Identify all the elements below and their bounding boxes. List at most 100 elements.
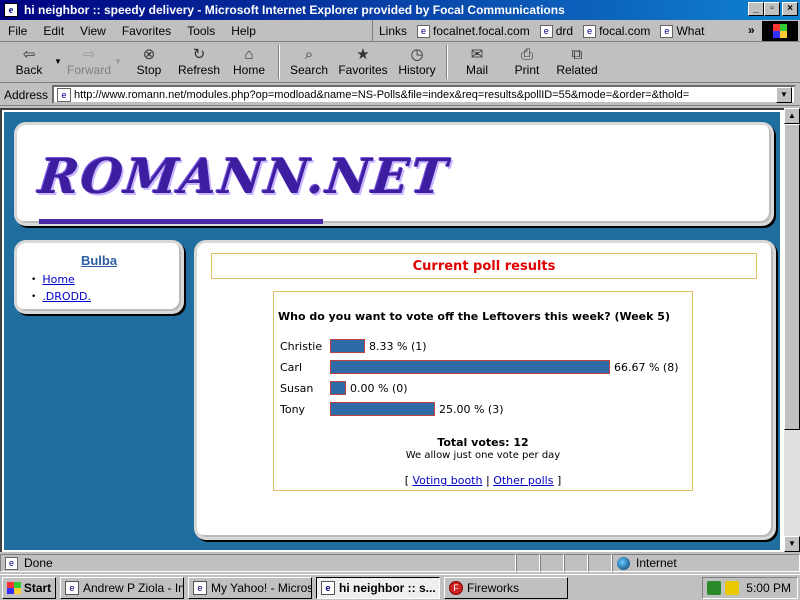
close-button[interactable]: × (782, 2, 798, 16)
stop-icon: ⊗ (142, 46, 156, 63)
refresh-icon: ↻ (192, 46, 206, 63)
sidebar-menu: • Home • .DRODD. (31, 273, 91, 307)
ie-icon: e (4, 3, 18, 17)
search-icon: ⌕ (304, 45, 314, 63)
favorites-button[interactable]: ★ Favorites (334, 43, 392, 81)
mail-icon: ✉ (470, 46, 484, 63)
link-focalnet-label: focalnet.focal.com (433, 24, 530, 38)
network-icon[interactable] (707, 581, 721, 595)
poll-question: Who do you want to vote off the Leftover… (278, 310, 670, 323)
search-button[interactable]: ⌕ Search (284, 43, 334, 81)
logo-underline (39, 219, 323, 224)
scroll-up-icon[interactable]: ▲ (784, 108, 800, 124)
back-button[interactable]: ⇦ Back (4, 43, 54, 81)
task-button-yahoo[interactable]: e My Yahoo! - Micros... (188, 576, 312, 599)
ie-icon: e (321, 580, 335, 595)
poll-results-panel: Current poll results Who do you want to … (194, 240, 776, 540)
page-icon: e (583, 24, 597, 38)
windows-logo-icon (773, 24, 787, 38)
menu-bar: File Edit View Favorites Tools Help Link… (0, 20, 800, 42)
related-button[interactable]: ⧉ Related (552, 43, 602, 81)
site-logo[interactable]: ROMANN.NET (36, 149, 452, 205)
windows-logo-icon (6, 581, 21, 594)
vertical-scrollbar[interactable]: ▲ ▼ (784, 108, 800, 552)
ie-icon: e (193, 580, 207, 595)
minimize-button[interactable]: _ (748, 2, 764, 16)
page-icon: e (5, 556, 18, 570)
sidebar-title[interactable]: Bulba (17, 253, 181, 268)
standard-toolbar: ⇦ Back ▼ ⇨ Forward ▼ ⊗ Stop ↻ Refresh ⌂ … (0, 43, 800, 83)
print-icon: ⎙ (520, 45, 533, 63)
mail-button[interactable]: ✉ Mail (452, 43, 502, 81)
task-label: hi neighbor :: s... (339, 580, 436, 595)
sidebar-link-drodd[interactable]: .DRODD. (42, 290, 91, 303)
poll-bar (330, 339, 365, 353)
poll-links: [ Voting booth | Other polls ] (274, 474, 692, 487)
menu-view[interactable]: View (72, 24, 114, 38)
poll-bar (330, 381, 346, 395)
menu-file[interactable]: File (0, 24, 35, 38)
scroll-down-icon[interactable]: ▼ (784, 536, 800, 552)
print-label: Print (514, 63, 540, 77)
windows-logo-throbber (762, 21, 798, 41)
browser-viewport: ROMANN.NET Bulba • Home • .DRODD. Curren… (0, 108, 784, 552)
history-icon: ◷ (410, 46, 424, 63)
start-button[interactable]: Start (2, 576, 56, 599)
task-label: My Yahoo! - Micros... (211, 580, 312, 595)
voting-booth-link[interactable]: Voting booth (413, 474, 483, 487)
poll-option-result: 8.33 % (1) (369, 339, 427, 353)
sidebar-item-home: • Home (31, 273, 91, 286)
sidebar-link-home[interactable]: Home (42, 273, 74, 286)
link-drd[interactable]: e drd (539, 24, 573, 38)
forward-button[interactable]: ⇨ Forward (64, 43, 114, 81)
stop-button[interactable]: ⊗ Stop (124, 43, 174, 81)
history-label: History (398, 63, 436, 77)
scrollbar-thumb[interactable] (784, 124, 800, 430)
poll-option-row: Christie 8.33 % (1) (280, 338, 427, 354)
menu-help[interactable]: Help (223, 24, 264, 38)
forward-dropdown-icon[interactable]: ▼ (114, 43, 124, 66)
poll-heading: Current poll results (211, 253, 757, 279)
poll-option-row: Susan 0.00 % (0) (280, 380, 408, 396)
task-button-hi-neighbor[interactable]: e hi neighbor :: s... (316, 576, 440, 599)
search-label: Search (289, 63, 329, 77)
links-more-chevron[interactable]: » (748, 23, 755, 37)
back-dropdown-icon[interactable]: ▼ (54, 43, 64, 66)
toolbar-separator (278, 45, 280, 79)
link-what[interactable]: e What (660, 24, 704, 38)
clock[interactable]: 5:00 PM (746, 581, 791, 595)
home-button[interactable]: ⌂ Home (224, 43, 274, 81)
sidebar-item-drodd: • .DRODD. (31, 290, 91, 303)
other-polls-link[interactable]: Other polls (493, 474, 553, 487)
internet-globe-icon (617, 556, 630, 570)
fireworks-icon: F (449, 580, 463, 595)
zone-label: Internet (636, 556, 677, 570)
address-label: Address (4, 87, 49, 102)
bracket-open: [ (404, 474, 410, 487)
poll-total-votes: Total votes: 12 (437, 436, 529, 449)
print-button[interactable]: ⎙ Print (502, 43, 552, 81)
menu-tools[interactable]: Tools (179, 24, 223, 38)
maximize-button[interactable]: ▫ (764, 2, 780, 16)
task-button-fireworks[interactable]: F Fireworks (444, 576, 568, 599)
task-button-andrew[interactable]: e Andrew P Ziola - In... (60, 576, 184, 599)
task-label: Fireworks (467, 580, 520, 595)
home-label: Home (232, 63, 265, 77)
address-dropdown-icon[interactable]: ▼ (776, 87, 792, 103)
address-input[interactable]: e http://www.romann.net/modules.php?op=m… (52, 85, 797, 104)
refresh-label: Refresh (177, 63, 221, 77)
link-focalnet[interactable]: e focalnet.focal.com (417, 24, 530, 38)
history-button[interactable]: ◷ History (392, 43, 442, 81)
poll-option-result: 66.67 % (8) (614, 360, 679, 374)
link-focal-label: focal.com (599, 24, 651, 38)
link-focal[interactable]: e focal.com (583, 24, 650, 38)
refresh-button[interactable]: ↻ Refresh (174, 43, 224, 81)
favorites-icon: ★ (356, 46, 370, 63)
related-icon: ⧉ (571, 45, 583, 63)
volume-icon[interactable] (725, 581, 739, 595)
address-url: http://www.romann.net/modules.php?op=mod… (74, 88, 690, 101)
status-empty-cell (516, 554, 540, 572)
menu-edit[interactable]: Edit (35, 24, 72, 38)
menu-favorites[interactable]: Favorites (114, 24, 179, 38)
poll-option-name: Tony (280, 402, 306, 416)
